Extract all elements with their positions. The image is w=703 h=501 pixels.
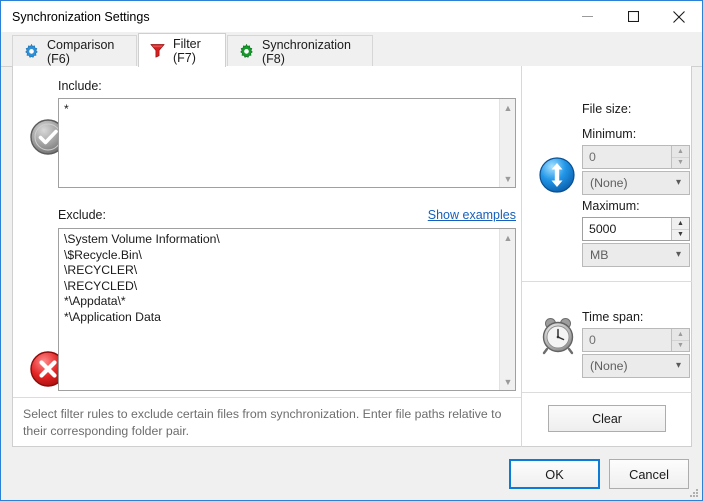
exclude-label: Exclude: xyxy=(58,208,106,222)
resize-gripper[interactable] xyxy=(687,486,699,498)
file-size-maximum-unit-select[interactable]: MB ▾ xyxy=(582,243,690,267)
dialog-button-bar: OK Cancel xyxy=(1,448,702,500)
right-pane-separator-1 xyxy=(522,281,692,282)
tab-filter[interactable]: Filter (F7) xyxy=(138,33,226,67)
file-size-maximum-input[interactable]: 5000 ▲ ▼ xyxy=(582,217,690,241)
window-controls xyxy=(564,1,702,32)
green-gear-icon xyxy=(238,43,255,60)
file-size-maximum-label: Maximum: xyxy=(582,199,640,213)
exclude-header-row: Exclude: Show examples xyxy=(58,208,516,226)
time-span-unit-value: (None) xyxy=(583,359,628,373)
red-funnel-icon xyxy=(149,42,166,59)
chevron-down-icon: ▾ xyxy=(676,178,681,188)
maximize-button[interactable] xyxy=(610,1,656,32)
include-textarea[interactable]: * ▲ ▼ xyxy=(58,98,516,188)
spinner-down-icon[interactable]: ▼ xyxy=(672,157,689,169)
settings-content-panel: Include: * ▲ ▼ Exclude: xyxy=(12,66,692,447)
spinner-down-icon[interactable]: ▼ xyxy=(672,229,689,241)
chevron-down-icon: ▾ xyxy=(676,361,681,371)
file-size-minimum-unit-select[interactable]: (None) ▾ xyxy=(582,171,690,195)
spinner-up-icon[interactable]: ▲ xyxy=(672,146,689,157)
scroll-down-icon[interactable]: ▼ xyxy=(500,373,516,390)
tab-synchronization-label: Synchronization (F8) xyxy=(262,38,360,66)
ok-button[interactable]: OK xyxy=(509,459,600,489)
tab-strip: Comparison (F6) Filter (F7) Synchronizat… xyxy=(1,32,702,67)
blue-gear-icon xyxy=(23,43,40,60)
blue-updown-arrow-icon xyxy=(538,156,576,194)
title-bar: Synchronization Settings xyxy=(1,1,702,32)
alarm-clock-icon xyxy=(538,314,580,356)
file-size-minimum-value: 0 xyxy=(583,146,671,168)
time-span-value: 0 xyxy=(583,329,671,351)
left-pane-separator xyxy=(13,397,521,398)
tab-synchronization[interactable]: Synchronization (F8) xyxy=(227,35,373,67)
exclude-value: \System Volume Information\ \$Recycle.Bi… xyxy=(64,232,497,325)
spinner-up-icon[interactable]: ▲ xyxy=(672,329,689,340)
filter-rules-pane: Include: * ▲ ▼ Exclude: xyxy=(13,66,521,447)
exclude-scrollbar[interactable]: ▲ ▼ xyxy=(499,229,515,390)
file-size-minimum-label: Minimum: xyxy=(582,127,636,141)
right-pane-separator-2 xyxy=(522,392,692,393)
scroll-up-icon[interactable]: ▲ xyxy=(500,229,516,246)
exclude-textarea[interactable]: \System Volume Information\ \$Recycle.Bi… xyxy=(58,228,516,391)
tab-filter-label: Filter (F7) xyxy=(173,37,213,65)
scroll-down-icon[interactable]: ▼ xyxy=(500,170,516,187)
include-scrollbar[interactable]: ▲ ▼ xyxy=(499,99,515,187)
filter-hint-text: Select filter rules to exclude certain f… xyxy=(23,406,503,440)
file-size-minimum-input[interactable]: 0 ▲ ▼ xyxy=(582,145,690,169)
spinner-up-icon[interactable]: ▲ xyxy=(672,218,689,229)
include-value: * xyxy=(64,102,497,118)
file-size-minimum-unit-value: (None) xyxy=(583,176,628,190)
file-size-maximum-value: 5000 xyxy=(583,218,671,240)
show-examples-link[interactable]: Show examples xyxy=(428,208,516,222)
file-size-maximum-unit-value: MB xyxy=(583,248,608,262)
scroll-up-icon[interactable]: ▲ xyxy=(500,99,516,116)
time-span-input[interactable]: 0 ▲ ▼ xyxy=(582,328,690,352)
cancel-button[interactable]: Cancel xyxy=(609,459,689,489)
chevron-down-icon: ▾ xyxy=(676,250,681,260)
file-size-title: File size: xyxy=(582,102,631,116)
time-span-spinner[interactable]: ▲ ▼ xyxy=(671,329,689,351)
time-span-title: Time span: xyxy=(582,310,643,324)
file-size-maximum-spinner[interactable]: ▲ ▼ xyxy=(671,218,689,240)
minimize-button[interactable] xyxy=(564,1,610,32)
tab-comparison-label: Comparison (F6) xyxy=(47,38,124,66)
tab-comparison[interactable]: Comparison (F6) xyxy=(12,35,137,67)
include-label: Include: xyxy=(58,79,102,93)
time-span-unit-select[interactable]: (None) ▾ xyxy=(582,354,690,378)
clear-button[interactable]: Clear xyxy=(548,405,666,432)
size-and-time-pane: File size: Minimum: 0 ▲ ▼ (None) ▾ Maxim… xyxy=(522,66,692,447)
spinner-down-icon[interactable]: ▼ xyxy=(672,340,689,352)
file-size-minimum-spinner[interactable]: ▲ ▼ xyxy=(671,146,689,168)
close-button[interactable] xyxy=(656,1,702,32)
synchronization-settings-dialog: Synchronization Settings Comparison (F6) xyxy=(0,0,703,501)
window-title: Synchronization Settings xyxy=(12,10,150,24)
